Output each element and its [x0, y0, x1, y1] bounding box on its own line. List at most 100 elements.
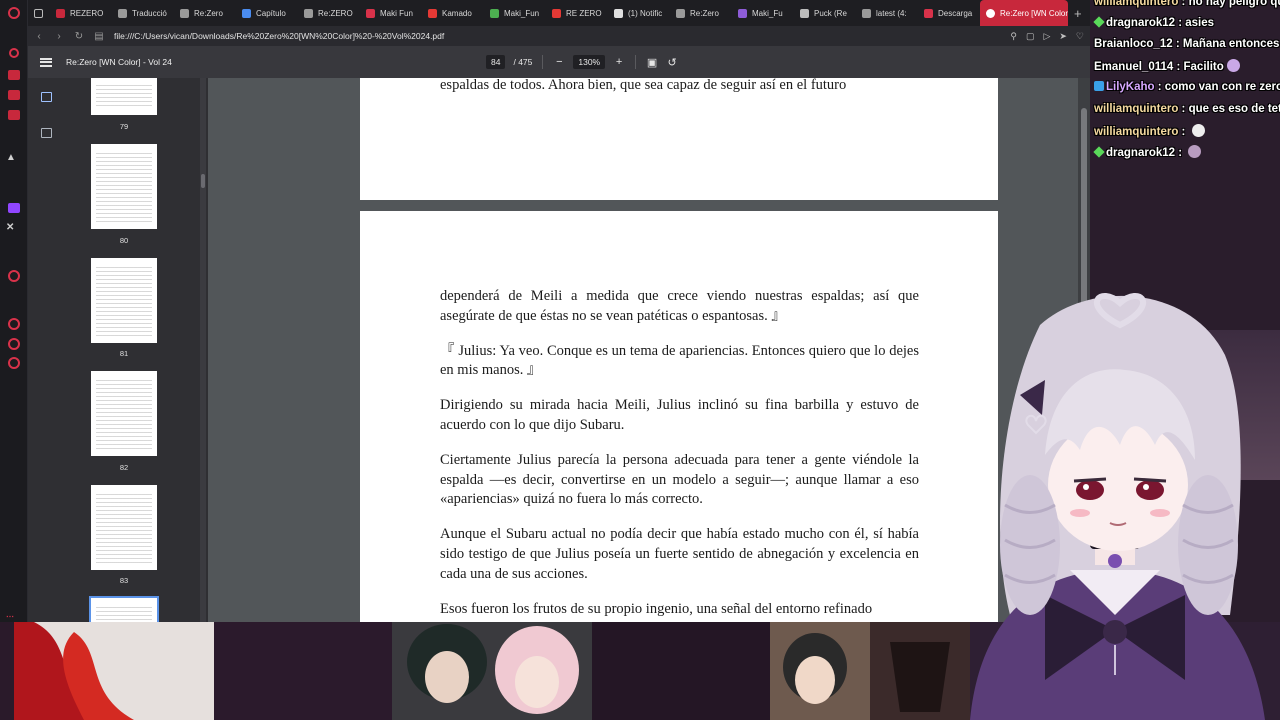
page-thumbnail[interactable]: [91, 144, 157, 229]
snapshot-icon[interactable]: ▢: [1026, 31, 1035, 42]
chat-message: williamquintero : que es eso de tet: [1094, 103, 1280, 115]
chat-message: dragnarok12 : asies: [1093, 16, 1215, 35]
browser-tab[interactable]: Capítulo: [236, 0, 298, 26]
chat-username: williamquintero: [1094, 103, 1179, 115]
browser-tab[interactable]: Descarga: [918, 0, 980, 26]
back-icon[interactable]: ‹: [34, 31, 44, 42]
browser-tab[interactable]: latest (4:: [856, 0, 918, 26]
browser-tab[interactable]: Re:Zero: [174, 0, 236, 26]
browser-tab[interactable]: Maki Fun: [360, 0, 422, 26]
tab-label: latest (4:: [876, 8, 907, 18]
page-number-input[interactable]: 84: [486, 55, 506, 69]
browser-tab[interactable]: Maki_Fu: [732, 0, 794, 26]
browser-tab[interactable]: Puck (Re: [794, 0, 856, 26]
tab-label: Re:Zero: [690, 8, 719, 18]
sidebar-app-icon[interactable]: [8, 338, 20, 350]
chat-username: dragnarok12: [1106, 147, 1176, 159]
tab-label: Maki Fun: [380, 8, 413, 18]
sidebar-app-icon[interactable]: [8, 70, 20, 80]
tab-overview-icon[interactable]: [28, 0, 50, 26]
tab-label: Puck (Re: [814, 8, 847, 18]
chat-text: Facilito: [1183, 61, 1224, 73]
chat-text: como van con re zero: [1164, 81, 1280, 93]
browser-tab[interactable]: (1) Notific: [608, 0, 670, 26]
chat-text: no hay peligro qu: [1188, 0, 1280, 8]
chat-message: Emanuel_0114 : Facilito: [1094, 59, 1240, 77]
thumbnail-label: 79: [119, 122, 129, 131]
tab-label: Re:Zero [WN Color]: [1000, 8, 1068, 18]
tab-label: Re:Zero: [194, 8, 223, 18]
address-bar: ‹ › ↻ ▤ file:///C:/Users/vican/Downloads…: [28, 26, 1090, 46]
page-thumbnail[interactable]: [91, 485, 157, 570]
page-thumbnail[interactable]: [91, 371, 157, 456]
browser-tab[interactable]: Re:Zero: [670, 0, 732, 26]
page-thumbnail[interactable]: [91, 78, 157, 115]
tab-label: Maki_Fun: [504, 8, 540, 18]
paragraph: Ciertamente Julius parecía la persona ad…: [440, 451, 919, 508]
send-icon[interactable]: ➤: [1059, 31, 1067, 42]
toolbar-divider: [542, 55, 544, 69]
art-panel-red: [14, 622, 214, 720]
more-icon[interactable]: ⋯: [6, 612, 14, 621]
thumbnail-label: 82: [119, 463, 129, 472]
sidebar-app-icon[interactable]: [8, 90, 20, 100]
paragraph: Dirigiendo su mirada hacia Meili, Julius…: [440, 397, 919, 433]
tab-label: Kamado: [442, 8, 472, 18]
browser-tab[interactable]: Kamado: [422, 0, 484, 26]
tab-strip: REZERO Traducció Re:Zero Capítulo Re:ZER…: [28, 0, 1090, 26]
browser-tab[interactable]: Traducció: [112, 0, 174, 26]
vip-badge-icon: [1094, 81, 1104, 91]
new-tab-button[interactable]: +: [1068, 6, 1088, 21]
chat-text: asies: [1185, 17, 1215, 29]
zoom-in-icon[interactable]: +: [613, 56, 625, 68]
bookmark-heart-icon[interactable]: ♡: [1076, 31, 1084, 42]
page-thumbnail[interactable]: [91, 258, 157, 343]
chat-username: williamquintero: [1094, 126, 1179, 138]
chat-username: williamquintero: [1094, 0, 1179, 8]
twitch-icon[interactable]: [8, 203, 20, 213]
fit-page-icon[interactable]: ▣: [646, 56, 658, 69]
browser-tab[interactable]: Re:ZERO: [298, 0, 360, 26]
page-info-icon[interactable]: ▤: [94, 31, 104, 42]
zoom-level-input[interactable]: 130%: [573, 55, 606, 69]
tab-label: REZERO: [70, 8, 104, 18]
chat-message: williamquintero : no hay peligro qu: [1094, 0, 1280, 14]
page-thumbnail-current[interactable]: [89, 596, 159, 622]
chat-message: Braianloco_12 : Mañana entonces: [1094, 38, 1280, 50]
chat-username: dragnarok12: [1106, 17, 1176, 29]
pdf-page: espaldas de todos. Ahora bien, que sea c…: [360, 78, 998, 200]
player-icon[interactable]: ▷: [1043, 31, 1050, 42]
chat-username: Emanuel_0114: [1094, 61, 1174, 73]
sidebar-app-icon[interactable]: [8, 110, 20, 120]
stream-screen: ▲ ✕ ⋯ REZERO Traducció Re:Zero Capítulo …: [0, 0, 1280, 720]
menu-icon[interactable]: [40, 57, 52, 67]
reload-icon[interactable]: ↻: [74, 31, 84, 42]
sidebar-app-icon[interactable]: [9, 48, 19, 58]
settings-icon[interactable]: [8, 357, 20, 369]
outline-view-icon[interactable]: [41, 128, 52, 138]
thumbnail-panel: 79 80 81 82 83: [65, 78, 208, 622]
thumbnail-scrollbar[interactable]: [200, 78, 206, 622]
sidebar-app-icon[interactable]: [8, 270, 20, 282]
opera-logo-icon[interactable]: [8, 7, 20, 19]
chat-username: Braianloco_12: [1094, 38, 1173, 50]
rotate-icon[interactable]: ↺: [666, 56, 678, 69]
browser-tab[interactable]: REZERO: [50, 0, 112, 26]
tab-label: Capítulo: [256, 8, 286, 18]
history-icon[interactable]: [8, 318, 20, 330]
url-field[interactable]: file:///C:/Users/vican/Downloads/Re%20Ze…: [114, 31, 1000, 41]
browser-tab[interactable]: RE ZERO: [546, 0, 608, 26]
chat-text: Mañana entonces: [1182, 38, 1280, 50]
browser-tab[interactable]: Maki_Fun: [484, 0, 546, 26]
zoom-search-icon[interactable]: ⚲: [1010, 31, 1017, 42]
zoom-out-icon[interactable]: −: [553, 56, 565, 68]
x-icon[interactable]: ✕: [6, 222, 14, 233]
tab-label: Descarga: [938, 8, 973, 18]
browser-tab-active[interactable]: Re:Zero [WN Color]: [980, 0, 1068, 26]
thumbnails-view-icon[interactable]: [41, 92, 52, 102]
forward-icon[interactable]: ›: [54, 31, 64, 42]
chat-text: que es eso de tet: [1188, 103, 1280, 115]
paragraph: 『 Julius: Ya veo. Conque es un tema de a…: [440, 342, 919, 379]
aria-icon[interactable]: ▲: [6, 152, 16, 163]
opera-sidebar: ▲ ✕ ⋯: [0, 0, 28, 622]
